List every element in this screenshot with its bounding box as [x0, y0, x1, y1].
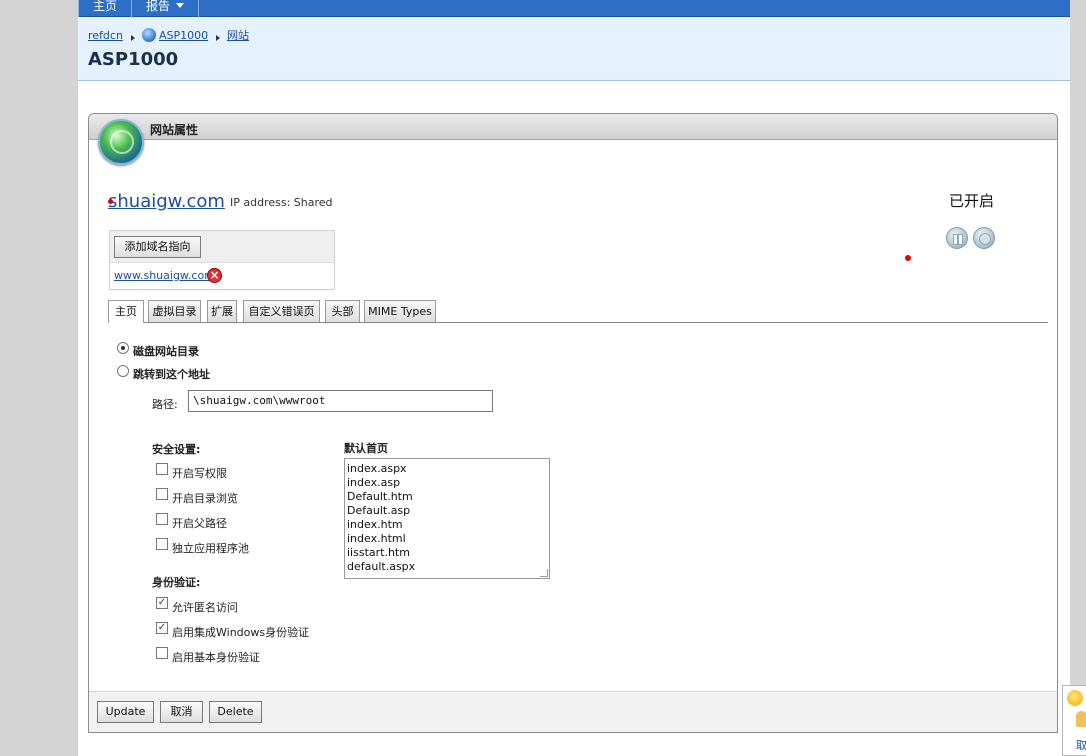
side-widget[interactable]: 取	[1062, 685, 1086, 756]
app-pool-checkbox[interactable]	[156, 538, 168, 550]
redirect-url-label: 跳转到这个地址	[133, 368, 210, 381]
ip-address-label: IP address: Shared	[230, 196, 333, 209]
red-dot-marker	[905, 255, 911, 261]
path-input[interactable]: \shuaigw.com\wwwroot	[188, 390, 493, 412]
redirect-url-radio[interactable]	[117, 365, 129, 377]
domain-pointers-box: 添加域名指向 www.shuaigw.com ×	[109, 230, 335, 290]
nav-report-tab[interactable]: 报告	[132, 0, 199, 17]
panel-title: 网站属性	[150, 123, 199, 137]
panel-header: 网站属性	[89, 114, 1057, 140]
path-label: 路径:	[152, 398, 178, 411]
windows-auth-label: 启用集成Windows身份验证	[172, 626, 310, 639]
site-status: 已开启	[949, 192, 995, 210]
breadcrumb-refdcn[interactable]: refdcn	[88, 29, 123, 42]
delete-icon[interactable]: ×	[207, 268, 222, 283]
directory-browsing-checkbox[interactable]	[156, 488, 168, 500]
directory-browsing-label: 开启目录浏览	[172, 492, 238, 505]
stop-icon[interactable]	[973, 227, 995, 249]
site-name-link[interactable]: shuaigw.com	[108, 191, 225, 212]
domain-pointers-toolbar: 添加域名指向	[110, 231, 334, 263]
anonymous-access-label: 允许匿名访问	[172, 601, 238, 614]
write-permission-label: 开启写权限	[172, 467, 227, 480]
top-nav: 主页 报告	[78, 0, 1070, 17]
anonymous-access-checkbox[interactable]: ✓	[156, 597, 168, 609]
cancel-button[interactable]: 取消	[160, 701, 203, 723]
breadcrumb: refdcn ASP1000 网站	[88, 27, 249, 43]
panel-footer: Update 取消 Delete	[89, 691, 1057, 732]
website-globe-icon	[98, 119, 144, 165]
status-dot	[108, 199, 113, 204]
update-button[interactable]: Update	[97, 701, 154, 723]
basic-auth-label: 启用基本身份验证	[172, 651, 260, 664]
page-title: ASP1000	[88, 49, 179, 70]
windows-auth-checkbox[interactable]: ✓	[156, 622, 168, 634]
disk-directory-label: 磁盘网站目录	[133, 345, 199, 358]
write-permission-checkbox[interactable]	[156, 463, 168, 475]
side-widget-label: 取	[1076, 739, 1086, 752]
nav-report-label: 报告	[145, 0, 170, 13]
chevron-right-icon	[130, 35, 135, 41]
tab-virtual-directory[interactable]: 虚拟目录	[148, 300, 201, 322]
globe-icon	[141, 28, 156, 42]
tab-headers[interactable]: 头部	[325, 300, 360, 322]
website-properties-panel: 网站属性 shuaigw.com IP address: Shared 已开启 …	[88, 113, 1058, 733]
chevron-right-icon	[216, 35, 221, 41]
tab-home[interactable]: 主页	[108, 300, 144, 323]
breadcrumb-website[interactable]: 网站	[227, 29, 249, 42]
add-domain-pointer-button[interactable]: 添加域名指向	[114, 236, 201, 258]
page: 主页 报告 refdcn ASP1000 网站 ASP1000 网站属性 shuai…	[78, 0, 1070, 756]
delete-button[interactable]: Delete	[209, 701, 262, 723]
tab-bar: 主页 虚拟目录 扩展 自定义错误页 头部 MIME Types	[108, 300, 1048, 323]
tab-extensions[interactable]: 扩展	[207, 300, 237, 322]
default-documents-title: 默认首页	[344, 442, 388, 455]
chevron-down-icon	[176, 3, 184, 8]
resize-grip-icon[interactable]	[540, 569, 548, 577]
app-pool-label: 独立应用程序池	[172, 542, 249, 555]
user-icon[interactable]	[1076, 711, 1086, 727]
security-settings-title: 安全设置:	[152, 443, 201, 456]
domain-pointer-link[interactable]: www.shuaigw.com	[114, 269, 215, 282]
parent-paths-checkbox[interactable]	[156, 513, 168, 525]
nav-home-tab[interactable]: 主页	[78, 0, 132, 17]
breadcrumb-asp1000[interactable]: ASP1000	[159, 29, 208, 42]
qq-icon[interactable]	[1067, 690, 1083, 706]
page-header: refdcn ASP1000 网站 ASP1000	[78, 17, 1070, 81]
parent-paths-label: 开启父路径	[172, 517, 227, 530]
authentication-title: 身份验证:	[152, 576, 201, 589]
tab-mime-types[interactable]: MIME Types	[364, 300, 436, 322]
tab-custom-errors[interactable]: 自定义错误页	[243, 300, 320, 322]
pause-icon[interactable]	[946, 227, 968, 249]
disk-directory-radio[interactable]	[117, 342, 129, 354]
default-documents-textarea[interactable]: index.aspx index.asp Default.htm Default…	[344, 458, 550, 579]
basic-auth-checkbox[interactable]	[156, 647, 168, 659]
